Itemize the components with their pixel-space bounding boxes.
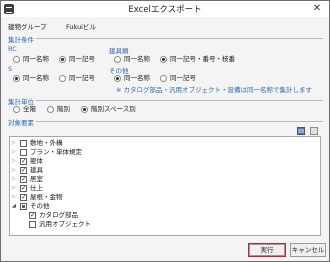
title-bar: Excelエクスポート ✕	[1, 1, 329, 17]
tree-item-label: 躯体	[30, 157, 43, 165]
cancel-button[interactable]: キャンセル	[290, 243, 326, 257]
unit-by-floor-radio[interactable]	[47, 106, 54, 113]
deselect-all-icon[interactable]	[310, 127, 318, 135]
expand-icon[interactable]: ▷	[12, 185, 18, 192]
other-note: ※ カタログ部品・汎用オブジェクト・設備は同一名称で集計します	[116, 86, 313, 94]
checkmark-icon[interactable]: ✓	[29, 212, 36, 219]
rc-same-name-radio[interactable]	[13, 56, 20, 63]
excel-export-dialog: Excelエクスポート ✕ 建物グループ Fukuiビル 集計条件 RC 同一名…	[0, 0, 330, 262]
expand-icon[interactable]: ▷	[12, 167, 18, 174]
tree-item-label: 建具	[30, 166, 43, 174]
expand-icon[interactable]: ▷	[12, 149, 18, 156]
targets-divider	[36, 121, 323, 122]
fittings-label: 建具類	[109, 47, 129, 55]
tree-item[interactable]: ▷ プラン・単体規定	[12, 148, 312, 157]
select-all-icon[interactable]	[297, 127, 305, 135]
tree-item[interactable]: ▷ ✓ 仕上	[12, 184, 312, 193]
checkmark-icon[interactable]: ✓	[20, 158, 27, 165]
checkmark-icon[interactable]: ✓	[20, 194, 27, 201]
other-same-name-radio[interactable]	[114, 75, 121, 82]
tree-item-label: 屋根・金物	[30, 193, 63, 201]
expand-icon[interactable]: ▷	[12, 176, 18, 183]
tree-item[interactable]: 汎用オブジェクト	[29, 220, 312, 229]
rc-same-code-label: 同一記号	[69, 55, 95, 63]
run-button[interactable]: 実行	[248, 243, 286, 257]
expand-icon[interactable]: ▷	[12, 194, 18, 201]
s-label: S	[8, 65, 13, 73]
expand-icon[interactable]: ▷	[12, 158, 18, 165]
unit-by-floor-space-radio[interactable]	[81, 106, 88, 113]
expand-icon[interactable]: ▷	[12, 140, 18, 147]
conditions-divider	[36, 38, 323, 39]
rc-label: RC	[8, 45, 17, 53]
partial-check-icon[interactable]	[20, 203, 27, 210]
fittings-same-code-label: 同一記号・番号・枝番	[170, 55, 235, 63]
tree-checkbox[interactable]	[29, 221, 36, 228]
tree-item[interactable]: ▷ 敷地・外構	[12, 139, 312, 148]
window-title: Excelエクスポート	[128, 5, 202, 15]
collapse-icon[interactable]: ◢	[12, 203, 18, 210]
s-same-name-radio[interactable]	[13, 75, 20, 82]
tree-item[interactable]: ▷ ✓ 居室	[12, 175, 312, 184]
tree-item-label: プラン・単体規定	[30, 148, 82, 156]
tree-item[interactable]: ✓ カタログ部品	[29, 211, 312, 220]
checkmark-icon[interactable]: ✓	[20, 167, 27, 174]
unit-by-floor-space-label: 階別スペース別	[91, 105, 136, 113]
target-element-tree: ▷ 敷地・外構 ▷ プラン・単体規定 ▷ ✓ 躯体 ▷ ✓ 建具 ▷ ✓ 居室 …	[9, 136, 321, 236]
s-same-code-label: 同一記号	[69, 74, 95, 82]
checkmark-icon[interactable]: ✓	[20, 176, 27, 183]
rc-same-code-radio[interactable]	[59, 56, 66, 63]
unit-divider	[36, 100, 323, 101]
tree-item-label: その他	[30, 202, 50, 210]
s-same-name-label: 同一名称	[23, 74, 49, 82]
tree-item[interactable]: ◢ その他	[12, 202, 312, 211]
fittings-same-name-label: 同一名称	[124, 55, 150, 63]
unit-all-floors-radio[interactable]	[13, 106, 20, 113]
tree-checkbox[interactable]	[20, 149, 27, 156]
other-same-code-radio[interactable]	[160, 75, 167, 82]
tree-item[interactable]: ▷ ✓ 屋根・金物	[12, 193, 312, 202]
tree-item[interactable]: ▷ ✓ 躯体	[12, 157, 312, 166]
rc-same-name-label: 同一名称	[23, 55, 49, 63]
tree-item[interactable]: ▷ ✓ 建具	[12, 166, 312, 175]
fittings-same-name-radio[interactable]	[114, 56, 121, 63]
building-name: Fukuiビル	[66, 23, 96, 31]
checkmark-icon[interactable]: ✓	[20, 185, 27, 192]
unit-by-floor-label: 階別	[57, 105, 70, 113]
tree-item-label: 仕上	[30, 184, 43, 192]
building-group-label: 建物グループ	[8, 23, 47, 31]
other-same-name-label: 同一名称	[124, 74, 150, 82]
s-same-code-radio[interactable]	[59, 75, 66, 82]
unit-all-floors-label: 全階	[23, 105, 36, 113]
tree-checkbox[interactable]	[20, 140, 27, 147]
tree-item-label: 汎用オブジェクト	[39, 220, 91, 228]
other-same-code-label: 同一記号	[170, 74, 196, 82]
tree-item-label: 居室	[30, 175, 43, 183]
tree-item-label: 敷地・外構	[30, 139, 63, 147]
fittings-same-code-radio[interactable]	[160, 56, 167, 63]
close-button[interactable]: ✕	[309, 2, 325, 15]
conditions-heading: 集計条件	[8, 36, 34, 44]
tree-item-label: カタログ部品	[39, 211, 78, 219]
targets-heading: 対象要素	[8, 119, 34, 127]
